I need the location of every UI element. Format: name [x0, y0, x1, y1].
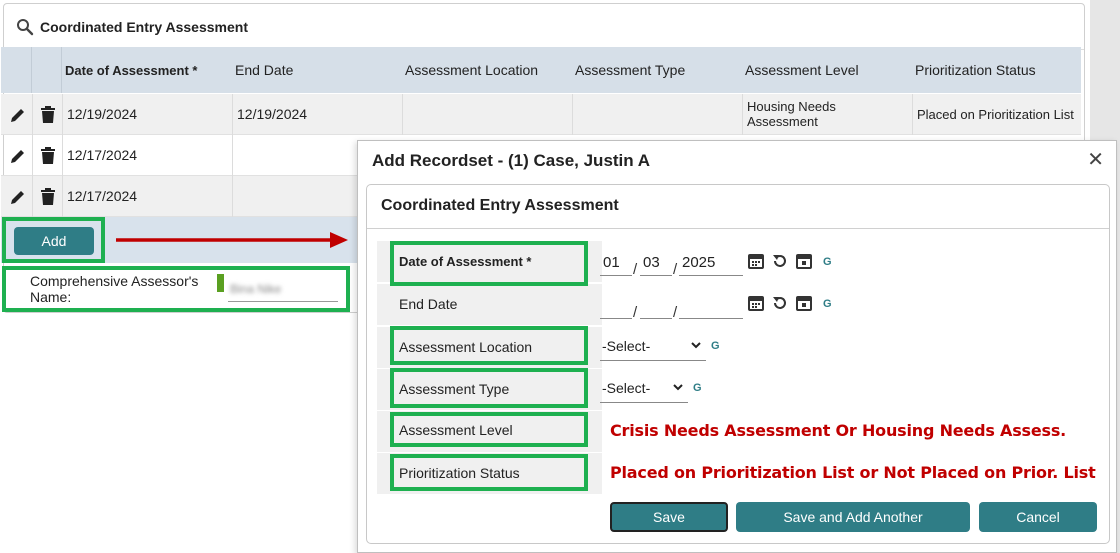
- date-separator: /: [633, 304, 638, 321]
- chevron-down-icon: [673, 384, 683, 391]
- reset-icon[interactable]: [771, 294, 789, 312]
- column-divider: [61, 47, 62, 93]
- cell-divider: [232, 176, 233, 217]
- cell-divider: [62, 135, 63, 176]
- cell-status: Placed on Prioritization List: [917, 106, 1074, 122]
- prioritization-status-note: Placed on Prioritization List or Not Pla…: [610, 463, 1096, 482]
- highlight-box-location: [390, 326, 588, 365]
- edit-icon[interactable]: [7, 186, 29, 208]
- date-separator: /: [673, 304, 678, 321]
- end-month-input[interactable]: [600, 289, 632, 319]
- cell-divider: [232, 94, 233, 135]
- page: Coordinated Entry Assessment Date of Ass…: [0, 0, 1120, 553]
- g-link[interactable]: G: [711, 340, 720, 352]
- g-link[interactable]: G: [823, 256, 832, 268]
- edit-icon[interactable]: [7, 145, 29, 167]
- save-button[interactable]: Save: [610, 502, 728, 532]
- cell-divider: [62, 94, 63, 135]
- highlight-box-assessor: [2, 266, 350, 312]
- select-value: -Select-: [602, 337, 651, 354]
- cell-divider: [912, 94, 913, 135]
- cell-date: 12/19/2024: [67, 106, 138, 122]
- trash-icon[interactable]: [37, 104, 59, 126]
- trash-icon[interactable]: [37, 145, 59, 167]
- assessment-level-note: Crisis Needs Assessment Or Housing Needs…: [610, 421, 1067, 440]
- cell-end-date: 12/19/2024: [237, 106, 308, 122]
- reset-icon[interactable]: [771, 252, 789, 270]
- cell-date: 12/17/2024: [67, 188, 138, 204]
- edit-icon[interactable]: [7, 104, 29, 126]
- cell-date: 12/17/2024: [67, 147, 138, 163]
- dialog-title: Add Recordset - (1) Case, Justin A: [372, 151, 651, 170]
- today-calendar-icon[interactable]: [795, 252, 813, 270]
- panel-header: Coordinated Entry Assessment: [4, 4, 1084, 50]
- column-header-level[interactable]: Assessment Level: [745, 47, 859, 93]
- cell-level: Housing Needs Assessment: [747, 99, 836, 129]
- cell-divider: [62, 176, 63, 217]
- cell-divider: [32, 135, 33, 176]
- g-link[interactable]: G: [693, 382, 702, 394]
- section-title: Coordinated Entry Assessment: [381, 197, 619, 214]
- select-value: -Select-: [602, 379, 651, 396]
- column-header-end-date[interactable]: End Date: [235, 47, 293, 93]
- panel-title: Coordinated Entry Assessment: [40, 18, 248, 35]
- date-separator: /: [633, 261, 638, 278]
- assessment-location-select[interactable]: -Select-: [600, 331, 706, 361]
- calendar-icon[interactable]: [747, 294, 765, 312]
- section-divider: [367, 228, 1109, 229]
- highlight-box-date: [390, 241, 588, 286]
- date-year-input[interactable]: 2025: [679, 246, 743, 276]
- table-row: 12/19/2024 12/19/2024 Housing Needs Asse…: [1, 94, 1081, 135]
- end-day-input[interactable]: [640, 289, 672, 319]
- column-header-date[interactable]: Date of Assessment *: [65, 47, 197, 93]
- column-header-location[interactable]: Assessment Location: [405, 47, 538, 93]
- highlight-box-level: [390, 412, 588, 447]
- cell-divider: [32, 94, 33, 135]
- cancel-button[interactable]: Cancel: [979, 502, 1097, 532]
- highlight-box-status: [390, 454, 588, 491]
- column-header-type[interactable]: Assessment Type: [575, 47, 685, 93]
- date-day-input[interactable]: 03: [640, 246, 672, 276]
- highlight-box-add: [2, 217, 105, 263]
- arrow-annotation: [116, 232, 348, 248]
- grid-header: Date of Assessment * End Date Assessment…: [1, 47, 1081, 93]
- search-icon[interactable]: [16, 18, 34, 36]
- trash-icon[interactable]: [37, 186, 59, 208]
- g-link[interactable]: G: [823, 298, 832, 310]
- end-date-label: End Date: [399, 296, 458, 312]
- date-month-input[interactable]: 01: [600, 246, 632, 276]
- close-icon[interactable]: ✕: [1087, 147, 1104, 172]
- cell-divider: [402, 94, 403, 135]
- save-and-add-another-button[interactable]: Save and Add Another: [736, 502, 970, 532]
- cell-divider: [742, 94, 743, 135]
- today-calendar-icon[interactable]: [795, 294, 813, 312]
- cell-divider: [572, 94, 573, 135]
- calendar-icon[interactable]: [747, 252, 765, 270]
- column-divider: [31, 47, 32, 93]
- end-year-input[interactable]: [679, 289, 743, 319]
- cell-divider: [232, 135, 233, 176]
- highlight-box-type: [390, 368, 588, 408]
- column-header-status[interactable]: Prioritization Status: [915, 47, 1036, 93]
- assessment-type-select[interactable]: -Select-: [600, 373, 688, 403]
- cell-divider: [32, 176, 33, 217]
- date-separator: /: [673, 261, 678, 278]
- chevron-down-icon: [691, 342, 701, 349]
